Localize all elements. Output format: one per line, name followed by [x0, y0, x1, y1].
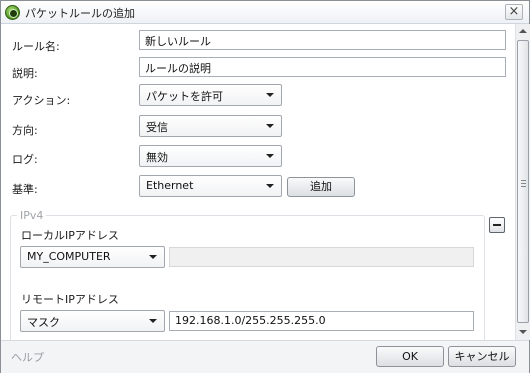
firewall-app-icon: [5, 5, 20, 20]
chevron-down-icon: [149, 319, 157, 323]
rule-name-input[interactable]: 新しいルール: [139, 30, 506, 50]
dialog-window: パケットルールの追加 × ルール名: 新しいルール 説明: ルールの説明 アクシ…: [0, 0, 530, 373]
description-label: 説明:: [12, 67, 38, 80]
form-content: ルール名: 新しいルール 説明: ルールの説明 アクション: パケットを許可 方…: [1, 24, 515, 340]
close-icon: ×: [508, 4, 520, 19]
local-ip-address-field: [169, 247, 474, 267]
window-title: パケットルールの追加: [25, 7, 135, 20]
dialog-footer: ヘルプ OK キャンセル: [1, 340, 529, 373]
add-criteria-button[interactable]: 追加: [287, 177, 355, 197]
scroll-up-icon[interactable]: [516, 24, 530, 39]
remote-ip-type-select[interactable]: マスク: [20, 310, 165, 332]
local-ip-label: ローカルIPアドレス: [21, 229, 119, 242]
criteria-label: 基準:: [12, 183, 38, 196]
action-select-value: パケットを許可: [146, 90, 223, 103]
local-ip-type-select[interactable]: MY_COMPUTER: [20, 246, 165, 268]
close-button[interactable]: ×: [505, 4, 523, 20]
action-select[interactable]: パケットを許可: [139, 84, 282, 106]
scroll-down-icon[interactable]: [516, 325, 530, 340]
remote-ip-address-input[interactable]: 192.168.1.0/255.255.255.0: [169, 311, 474, 331]
local-ip-type-value: MY_COMPUTER: [27, 250, 111, 263]
remote-ip-type-value: マスク: [27, 316, 60, 329]
description-input[interactable]: ルールの説明: [139, 57, 506, 77]
criteria-select-value: Ethernet: [146, 179, 194, 192]
grip-icon: [521, 180, 526, 187]
chevron-down-icon: [266, 124, 274, 128]
direction-select-value: 受信: [146, 121, 168, 134]
chevron-down-icon: [266, 154, 274, 158]
chevron-down-icon: [149, 255, 157, 259]
chevron-down-icon: [266, 93, 274, 97]
log-select[interactable]: 無効: [139, 145, 282, 167]
log-select-value: 無効: [146, 151, 168, 164]
log-label: ログ:: [12, 153, 38, 166]
help-link[interactable]: ヘルプ: [11, 349, 44, 365]
title-bar: パケットルールの追加 ×: [1, 1, 529, 24]
rule-name-label: ルール名:: [12, 40, 60, 53]
chevron-down-icon: [266, 184, 274, 188]
remote-ip-label: リモートIPアドレス: [21, 293, 119, 306]
scroll-thumb[interactable]: [517, 40, 529, 323]
vertical-scrollbar[interactable]: [515, 24, 530, 340]
ipv4-group-title: IPv4: [17, 209, 47, 222]
direction-label: 方向:: [12, 124, 38, 137]
cancel-button[interactable]: キャンセル: [448, 346, 516, 367]
action-label: アクション:: [12, 94, 71, 107]
collapse-button[interactable]: [489, 217, 505, 233]
ok-button[interactable]: OK: [376, 346, 444, 367]
direction-select[interactable]: 受信: [139, 115, 282, 137]
criteria-select[interactable]: Ethernet: [139, 175, 282, 197]
